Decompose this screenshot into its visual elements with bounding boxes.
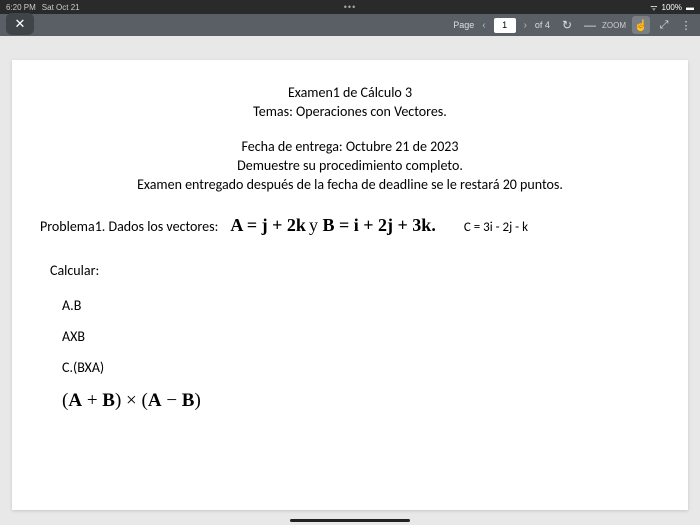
status-date: Sat Oct 21 xyxy=(42,3,80,12)
doc-date: Fecha de entrega: Octubre 21 de 2023 xyxy=(40,138,660,155)
expr-plus: + xyxy=(82,390,102,411)
vector-b: B = i + 2j + 3k. xyxy=(323,215,436,235)
zoom-label: ZOOM xyxy=(602,21,626,30)
hand-icon: ☝ xyxy=(634,19,648,32)
status-right: ᯤ 100% ▬ xyxy=(650,2,694,13)
expr-a1: A xyxy=(68,390,82,411)
page-label: Page xyxy=(453,20,474,30)
home-indicator[interactable] xyxy=(290,519,410,522)
calc-item-1: A.B xyxy=(62,297,660,314)
page-viewport[interactable]: Examen1 de Cálculo 3 Temas: Operaciones … xyxy=(0,36,700,525)
more-menu-button[interactable]: ⋮ xyxy=(678,19,694,32)
paren-close-2: ) xyxy=(194,390,200,411)
doc-title: Examen1 de Cálculo 3 xyxy=(40,84,660,101)
expr-b1: B xyxy=(102,390,115,411)
expr-b2: B xyxy=(182,390,195,411)
toolbar-controls: Page ‹ › of 4 ↻ — ZOOM ☝ ⤢ ⋮ xyxy=(453,16,694,34)
vector-equation: A = j + 2k y B = i + 2j + 3k. xyxy=(230,215,436,236)
expand-button[interactable]: ⤢ xyxy=(656,19,672,32)
doc-subtitle: Temas: Operaciones con Vectores. xyxy=(40,103,660,120)
viewer-toolbar: ✕ Page ‹ › of 4 ↻ — ZOOM ☝ ⤢ ⋮ xyxy=(0,14,700,36)
calc-item-4: (A + B) × (A − B) xyxy=(62,390,660,412)
vector-a: A = j + 2k xyxy=(230,215,306,235)
reload-button[interactable]: ↻ xyxy=(562,18,572,32)
status-left: 6:20 PM Sat Oct 21 xyxy=(6,3,80,12)
prev-page-button[interactable]: ‹ xyxy=(480,20,487,31)
close-button[interactable]: ✕ xyxy=(6,13,34,35)
next-page-button[interactable]: › xyxy=(522,20,529,31)
calc-item-2: AXB xyxy=(62,328,660,345)
problem-statement: Problema1. Dados los vectores: A = j + 2… xyxy=(40,215,660,236)
zoom-out-button[interactable]: — xyxy=(584,18,596,32)
expr-times: × xyxy=(121,390,141,411)
status-time: 6:20 PM xyxy=(6,3,36,12)
calculate-label: Calcular: xyxy=(50,262,660,279)
page-total: of 4 xyxy=(535,20,550,30)
calc-item-3: C.(BXA) xyxy=(62,359,660,376)
problem-label: Problema1. Dados los vectores: xyxy=(40,218,218,235)
close-icon: ✕ xyxy=(15,16,26,32)
battery-status: 100% xyxy=(662,3,682,12)
document-page: Examen1 de Cálculo 3 Temas: Operaciones … xyxy=(12,60,688,510)
hand-tool-button[interactable]: ☝ xyxy=(632,16,650,34)
wifi-icon: ᯤ xyxy=(650,2,657,13)
vector-conjunction: y xyxy=(309,215,323,235)
expr-a2: A xyxy=(148,390,162,411)
doc-instruction-2: Examen entregado después de la fecha de … xyxy=(40,176,660,193)
page-number-input[interactable] xyxy=(494,18,516,33)
doc-instruction-1: Demuestre su procedimiento completo. xyxy=(40,157,660,174)
battery-icon: ▬ xyxy=(686,3,694,12)
status-bar: 6:20 PM Sat Oct 21 ••• ᯤ 100% ▬ xyxy=(0,0,700,14)
status-dots: ••• xyxy=(344,2,356,12)
vector-c: C = 3i - 2j - k xyxy=(464,220,528,235)
expr-minus: − xyxy=(162,390,182,411)
